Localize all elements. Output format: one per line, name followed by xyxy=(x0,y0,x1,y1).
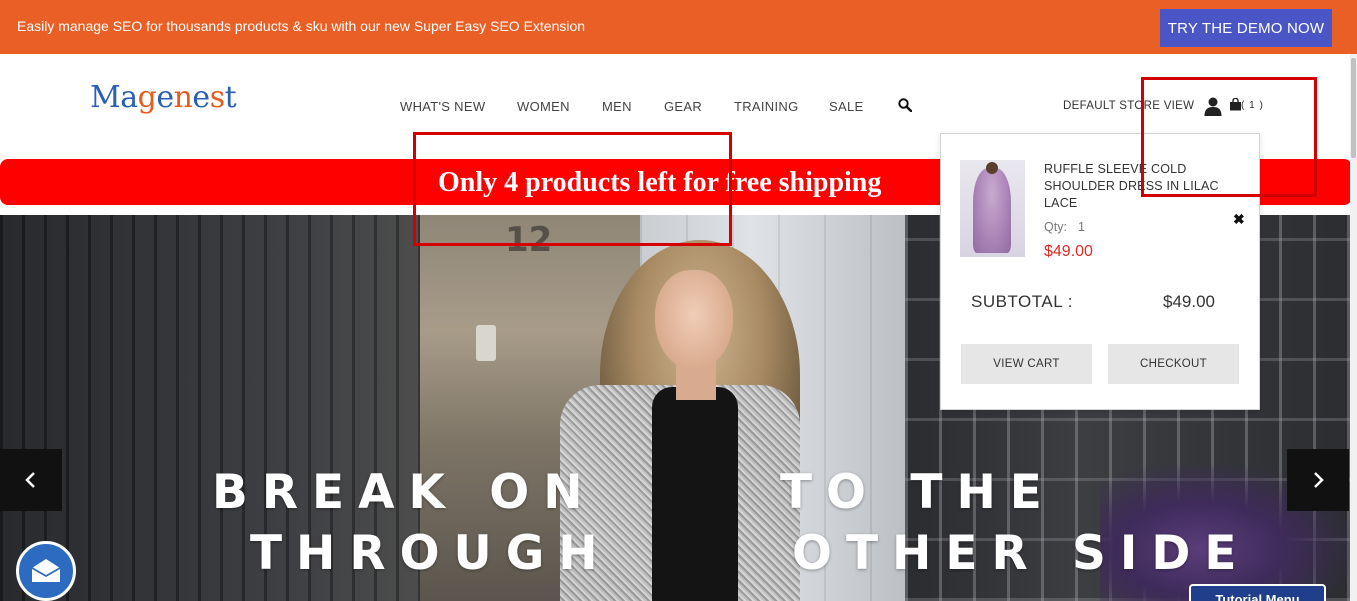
annotation-box-shipping xyxy=(413,132,732,246)
model-head-image xyxy=(986,162,998,174)
hero-headline-1a: BREAK ON xyxy=(212,465,597,520)
chevron-left-icon xyxy=(25,472,35,488)
doorbell xyxy=(476,325,496,361)
view-cart-button[interactable]: VIEW CART xyxy=(961,344,1092,384)
page: Easily manage SEO for thousands products… xyxy=(0,0,1357,601)
logo-letter: e xyxy=(192,80,210,115)
logo-letter: s xyxy=(209,80,225,115)
remove-item-icon[interactable]: ✖ xyxy=(1233,211,1245,228)
checkout-button[interactable]: CHECKOUT xyxy=(1108,344,1239,384)
annotation-box-cart xyxy=(1141,77,1317,197)
nav-item-training[interactable]: TRAINING xyxy=(734,99,799,114)
slider-next-button[interactable] xyxy=(1287,449,1349,511)
slider-prev-button[interactable] xyxy=(0,449,62,511)
nav-item-women[interactable]: WOMEN xyxy=(517,99,570,114)
cart-item-qty-value[interactable]: 1 xyxy=(1078,220,1085,234)
hero-headline-1b: TO THE xyxy=(780,465,1056,520)
model-top xyxy=(652,387,738,601)
cart-item-price: $49.00 xyxy=(1044,243,1093,260)
logo-letter: g xyxy=(137,80,157,115)
subtotal-value: $49.00 xyxy=(1163,292,1215,311)
nav-item-gear[interactable]: GEAR xyxy=(664,99,702,114)
tutorial-menu-button[interactable]: Tutorial Menu xyxy=(1189,584,1326,601)
model-face xyxy=(655,270,733,370)
nav-item-whats-new[interactable]: WHAT'S NEW xyxy=(400,99,485,114)
subtotal-label: SUBTOTAL : xyxy=(971,292,1073,311)
logo-letter: a xyxy=(120,80,138,115)
logo-letter: M xyxy=(90,80,121,115)
nav-item-men[interactable]: MEN xyxy=(602,99,632,114)
chat-bubble[interactable] xyxy=(16,541,76,601)
nav-item-sale[interactable]: SALE xyxy=(829,99,863,114)
cart-item-thumbnail[interactable] xyxy=(960,160,1025,257)
hero-headline-2a: THROUGH xyxy=(250,526,612,581)
promo-text: Easily manage SEO for thousands products… xyxy=(17,18,586,34)
logo-letter: n xyxy=(173,80,193,115)
scrollbar-thumb[interactable] xyxy=(1351,58,1356,158)
try-demo-button[interactable]: TRY THE DEMO NOW xyxy=(1160,9,1332,47)
envelope-icon xyxy=(31,559,61,582)
chevron-right-icon xyxy=(1314,472,1324,488)
cart-item-qty-label: Qty: xyxy=(1044,220,1067,234)
dress-image xyxy=(973,168,1011,253)
search-icon[interactable] xyxy=(898,98,912,112)
logo-letter: t xyxy=(224,80,237,115)
logo-letter: e xyxy=(156,80,174,115)
hero-headline-2b: OTHER SIDE xyxy=(792,526,1251,581)
logo[interactable]: Magenest xyxy=(90,80,237,115)
